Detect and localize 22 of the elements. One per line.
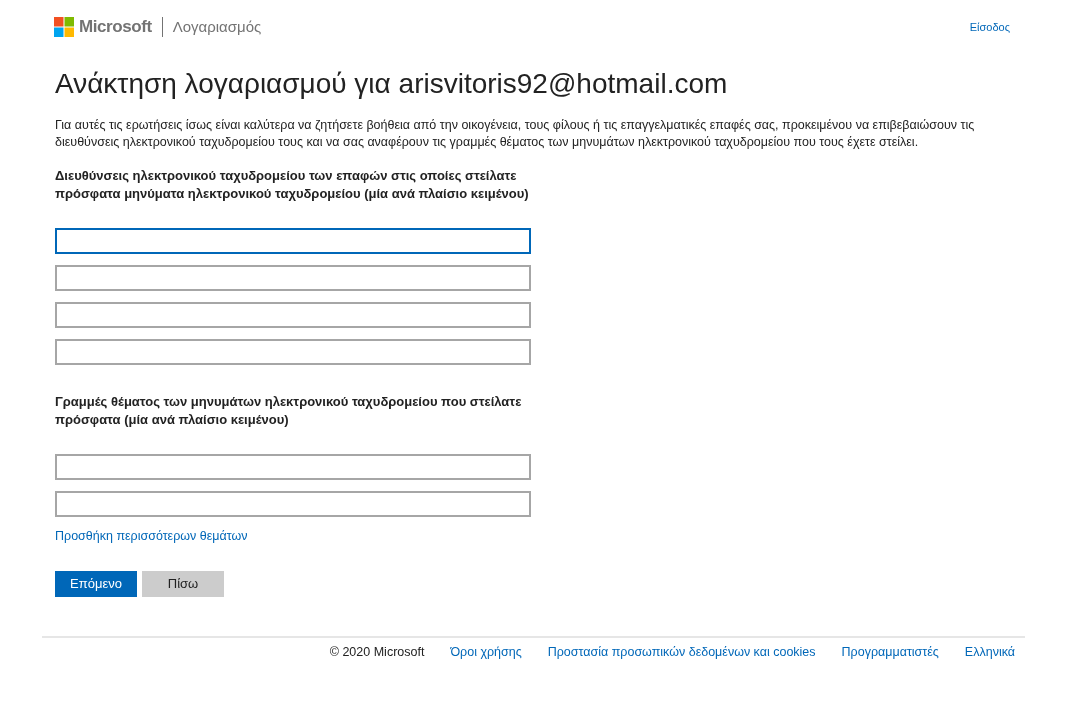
footer-link[interactable]: Ελληνικά [964,643,1015,662]
text-field[interactable] [55,301,531,328]
next-button[interactable]: Επόμενο [55,570,137,597]
text-field[interactable] [55,490,531,517]
text-field[interactable] [55,453,531,480]
back-button[interactable]: Πίσω [142,570,224,597]
brand-name: Microsoft [79,16,152,38]
section-name: Λογαριασμός [172,16,262,37]
text-field[interactable] [55,264,531,291]
copyright-text: © 2020 Microsoft [329,644,425,661]
sign-in-link[interactable]: Είσοδος [969,18,1010,35]
footer-link[interactable]: Προγραμματιστές [841,643,939,662]
field-group-label: Γραμμές θέματος των μηνυμάτων ηλεκτρονικού ταχυδρομείου που στείλατε πρόσφατα (μία ανά πλαίσιο κειμένου) [55,392,523,429]
text-field[interactable] [55,227,531,254]
footer-link[interactable]: Όροι χρήσης [450,643,522,662]
field-group-label: Διευθύνσεις ηλεκτρονικού ταχυδρομείου των επαφών στις οποίες στείλατε πρόσφατα μηνύματα ηλεκτρονικού ταχυδρομείου (μία ανά πλαίσιο κειμένου) [55,166,530,203]
page-title: Ανάκτηση λογαριασμού για arisvitoris92@hotmail.com [55,66,729,101]
four-squares-logo-icon [54,16,74,37]
text-field[interactable] [55,338,531,365]
add-more-subjects-link[interactable]: Προσθήκη περισσότερων θεμάτων [55,526,248,546]
footer-link[interactable]: Προστασία προσωπικών δεδομένων και cookies [547,643,816,662]
intro-paragraph: Για αυτές τις ερωτήσεις ίσως είναι καλύτερα να ζητήσετε βοήθεια από την οικογένεια, τους φίλους ή τις επαγγελματικές επαφές σας, προκειμένου να επιβεβαιώσουν τις διευθύνσεις ηλεκτρονικού ταχυδρομείου τους και να σας αναφέρουν τις γραμμές θέματος των μηνυμάτων ηλεκτρονικού ταχυδρομείου που τους έχετε στείλει. [55,116,976,151]
